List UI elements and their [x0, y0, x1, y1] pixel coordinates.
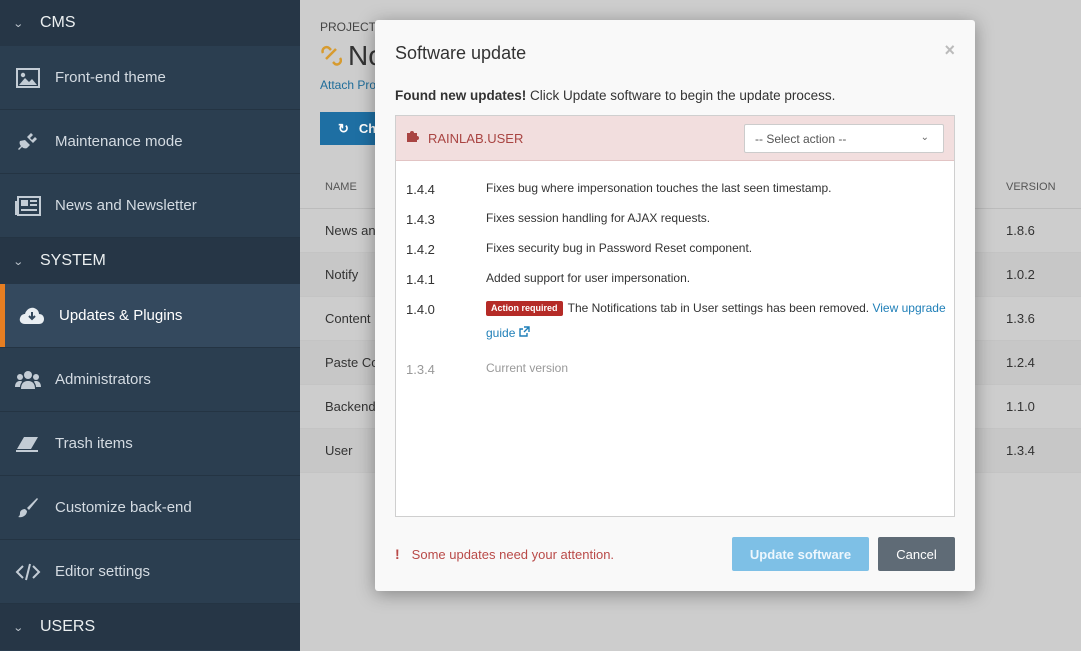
sidebar-section-label: CMS	[40, 14, 76, 31]
refresh-icon: ↻	[338, 120, 349, 136]
sidebar: ⌄ CMS Front-end theme Maintenance mode N…	[0, 0, 300, 651]
found-updates-message: Found new updates! Click Update software…	[395, 88, 835, 103]
modal-title: Software update	[395, 43, 527, 63]
link-broken-icon	[321, 45, 342, 66]
found-updates-text: Click Update software to begin the updat…	[526, 88, 836, 103]
version-row: 1.4.1 Added support for user impersonati…	[406, 271, 946, 291]
users-icon	[15, 367, 41, 393]
version-row: 1.4.4 Fixes bug where impersonation touc…	[406, 181, 946, 201]
plugin-version-cell: 1.2.4	[1006, 340, 1081, 385]
sidebar-section-label: SYSTEM	[40, 252, 106, 269]
sidebar-item-updates-plugins[interactable]: Updates & Plugins	[0, 284, 300, 348]
version-number: 1.3.4	[406, 362, 435, 377]
plug-icon	[15, 129, 41, 155]
found-updates-bold: Found new updates!	[395, 88, 527, 103]
action-select-value: -- Select action --	[755, 131, 847, 146]
sidebar-item-label: Administrators	[55, 371, 151, 388]
version-description-text: The Notifications tab in User settings h…	[564, 301, 873, 315]
check-updates-button[interactable]: ↻ Ch	[320, 112, 380, 145]
sidebar-item-label: Editor settings	[55, 563, 151, 580]
external-link-icon	[519, 326, 530, 337]
newspaper-icon	[15, 193, 41, 219]
version-row: 1.4.2 Fixes security bug in Password Res…	[406, 241, 946, 261]
version-row: 1.4.0 Action required The Notifications …	[406, 301, 946, 346]
sidebar-item-maintenance-mode[interactable]: Maintenance mode	[0, 110, 300, 174]
plugin-name: RAINLAB.USER	[428, 130, 524, 146]
sidebar-item-customize-back-end[interactable]: Customize back-end	[0, 476, 300, 540]
chevron-down-icon: ⌄	[12, 255, 24, 268]
close-icon[interactable]: ×	[944, 40, 955, 61]
version-description: Current version	[486, 361, 569, 375]
sidebar-item-label: Customize back-end	[55, 499, 192, 516]
update-software-button[interactable]: Update software	[732, 537, 869, 571]
version-number: 1.4.0	[406, 302, 435, 317]
version-number: 1.4.4	[406, 182, 435, 197]
version-number: 1.4.2	[406, 242, 435, 257]
plugin-version-cell: 1.1.0	[1006, 384, 1081, 429]
version-row: 1.4.3 Fixes session handling for AJAX re…	[406, 211, 946, 231]
software-update-modal: Software update × Found new updates! Cli…	[375, 20, 975, 591]
attention-text: Some updates need your attention.	[411, 546, 615, 562]
sidebar-item-front-end-theme[interactable]: Front-end theme	[0, 46, 300, 110]
plugin-version-cell: 1.3.6	[1006, 296, 1081, 341]
version-number: 1.4.3	[406, 212, 435, 227]
version-description: Fixes security bug in Password Reset com…	[486, 241, 753, 255]
cancel-button[interactable]: Cancel	[878, 537, 955, 571]
version-number: 1.4.1	[406, 272, 435, 287]
version-row-current: 1.3.4 Current version	[406, 361, 946, 381]
sidebar-item-news-and-newsletter[interactable]: News and Newsletter	[0, 174, 300, 238]
cloud-download-icon	[19, 303, 45, 329]
sidebar-section-label: USERS	[40, 618, 96, 635]
sidebar-item-label: Updates & Plugins	[59, 307, 183, 324]
version-description: Fixes session handling for AJAX requests…	[486, 211, 711, 225]
sidebar-item-administrators[interactable]: Administrators	[0, 348, 300, 412]
picture-icon	[15, 65, 41, 91]
plugin-update-panel: RAINLAB.USER -- Select action -- ⌄ 1.4.4…	[395, 115, 955, 517]
action-required-badge: Action required	[486, 301, 563, 316]
sidebar-item-label: News and Newsletter	[55, 197, 197, 214]
plugin-version-cell: 1.0.2	[1006, 252, 1081, 297]
chevron-down-icon: ⌄	[12, 621, 24, 634]
attention-message: ! Some updates need your attention.	[395, 546, 614, 562]
sidebar-item-trash-items[interactable]: Trash items	[0, 412, 300, 476]
project-label: PROJECT	[320, 20, 377, 34]
column-header-version[interactable]: VERSION	[1006, 166, 1081, 209]
plugin-header: RAINLAB.USER -- Select action -- ⌄	[396, 116, 954, 161]
version-description: Fixes bug where impersonation touches th…	[486, 181, 832, 195]
exclamation-icon: !	[395, 546, 400, 562]
eraser-icon	[15, 431, 41, 457]
chevron-down-icon: ⌄	[920, 132, 929, 143]
version-description: Added support for user impersonation.	[486, 271, 691, 285]
sidebar-item-label: Trash items	[55, 435, 133, 452]
sidebar-item-editor-settings[interactable]: Editor settings	[0, 540, 300, 604]
sidebar-section-cms[interactable]: ⌄ CMS	[0, 0, 300, 46]
code-icon	[15, 559, 41, 585]
sidebar-section-users[interactable]: ⌄ USERS	[0, 604, 300, 650]
version-description: Action required The Notifications tab in…	[486, 296, 946, 346]
sidebar-item-label: Maintenance mode	[55, 133, 183, 150]
attach-project-link[interactable]: Attach Pro	[320, 78, 376, 92]
action-select[interactable]: -- Select action -- ⌄	[744, 124, 944, 153]
chevron-down-icon: ⌄	[12, 17, 24, 30]
paint-brush-icon	[15, 495, 41, 521]
sidebar-item-label: Front-end theme	[55, 69, 166, 86]
check-updates-label: Ch	[358, 121, 377, 136]
sidebar-section-system[interactable]: ⌄ SYSTEM	[0, 238, 300, 284]
plugin-version-cell: 1.3.4	[1006, 428, 1081, 473]
puzzle-icon	[406, 129, 420, 148]
plugin-version-cell: 1.8.6	[1006, 208, 1081, 253]
